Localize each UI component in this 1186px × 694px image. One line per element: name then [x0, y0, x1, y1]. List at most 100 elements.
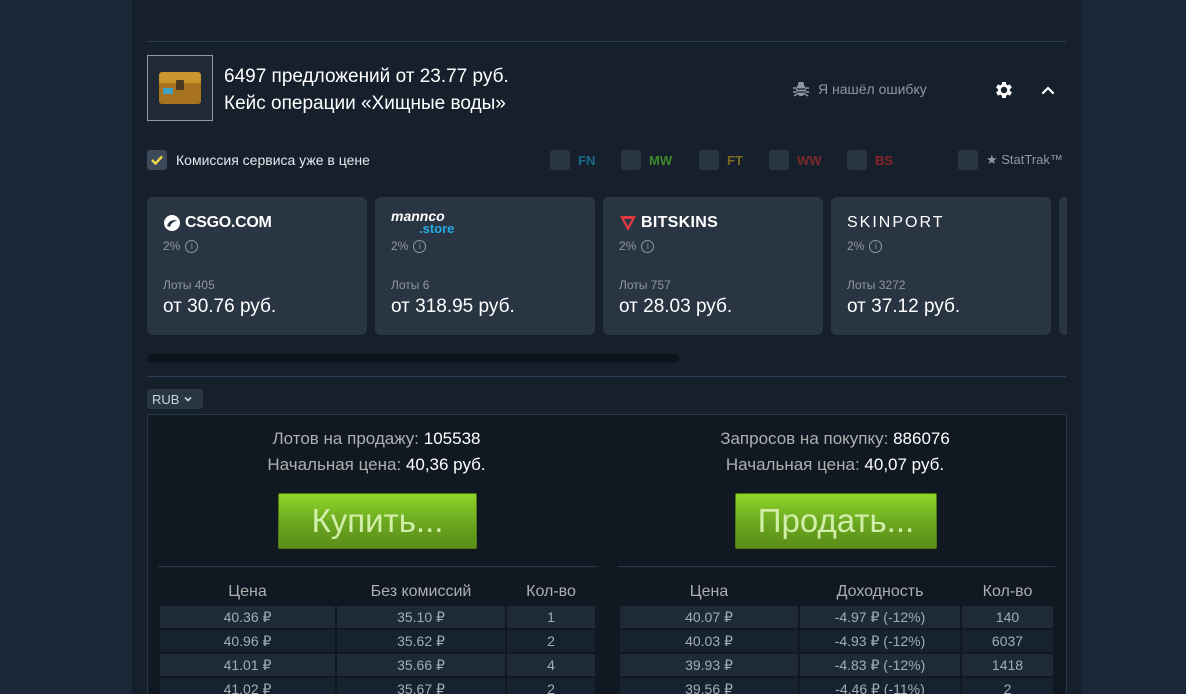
table-cell: 41.02 ₽: [160, 678, 335, 694]
offers-summary: 6497 предложений от 23.77 руб.: [224, 66, 509, 87]
info-icon[interactable]: i: [641, 239, 655, 253]
table-cell: 1418: [962, 654, 1053, 676]
market-name: SKINPORT: [847, 214, 945, 231]
market-fee: 2% i: [847, 239, 883, 253]
orders-panel: Лотов на продажу: 105538 Начальная цена:…: [147, 414, 1067, 694]
market-card-mannco[interactable]: mannco .store 2% i Лоты 6 от 318.95 руб.: [375, 197, 595, 335]
table-cell: -4.83 ₽ (-12%): [800, 654, 960, 676]
divider: [147, 41, 1066, 42]
currency-select[interactable]: RUB: [147, 389, 203, 409]
horizontal-scrollbar[interactable]: [147, 354, 679, 363]
divider: [618, 566, 1055, 567]
table-cell: 140: [962, 606, 1053, 628]
gear-icon[interactable]: [993, 79, 1015, 101]
table-cell: 6037: [962, 630, 1053, 652]
bug-report-link[interactable]: Я нашёл ошибку: [792, 80, 927, 98]
checkbox-box: [769, 150, 789, 170]
buy-start-line: Начальная цена: 40,07 руб.: [605, 455, 1065, 475]
market-name: BITSKINS: [641, 214, 719, 231]
item-image[interactable]: [147, 55, 213, 121]
info-icon[interactable]: i: [869, 239, 883, 253]
market-cards: CSGO.COM 2% i Лоты 405 от 30.76 руб. man…: [147, 197, 1067, 335]
fee-value: 2%: [391, 239, 409, 253]
market-column: 6497 предложений от 23.77 руб. Кейс опер…: [132, 0, 1082, 694]
fee-included-label: Комиссия сервиса уже в цене: [176, 152, 370, 168]
buy-start-label: Начальная цена:: [725, 455, 860, 474]
case-icon: [159, 72, 201, 104]
market-card-skinport[interactable]: SKINPORT 2% i Лоты 3272 от 37.12 руб.: [831, 197, 1051, 335]
buy-col-qty: Кол-во: [982, 583, 1033, 600]
market-fee: 2% i: [163, 239, 199, 253]
checkbox-box: [550, 150, 570, 170]
market-card-csgo[interactable]: CSGO.COM 2% i Лоты 405 от 30.76 руб.: [147, 197, 367, 335]
market-lots: Лоты 405: [163, 278, 215, 292]
bug-icon: [793, 82, 809, 97]
checkbox-box: [621, 150, 641, 170]
sell-start-value: 40,36 руб.: [405, 455, 486, 474]
fee-value: 2%: [163, 239, 181, 253]
table-cell: 40.96 ₽: [160, 630, 335, 652]
wear-label-bs: BS: [875, 152, 894, 168]
table-cell: 35.66 ₽: [337, 654, 505, 676]
stattrak-label: ★ StatTrak™: [986, 152, 1063, 167]
bitskins-logo: BITSKINS: [619, 211, 718, 235]
wear-label-ww: WW: [797, 152, 822, 168]
market-fee: 2% i: [391, 239, 427, 253]
buy-lots-value: 886076: [893, 429, 950, 448]
bitskins-logo-icon: [620, 216, 636, 231]
buy-start-value: 40,07 руб.: [864, 455, 945, 474]
wear-filter-fn[interactable]: FN: [550, 150, 595, 170]
sell-col-price: Цена: [228, 583, 267, 600]
checkbox-box: [847, 150, 867, 170]
checkbox-box: [147, 150, 167, 170]
market-fee: 2% i: [619, 239, 655, 253]
buy-button[interactable]: Купить...: [278, 493, 477, 549]
checkbox-box: [699, 150, 719, 170]
table-cell: 41.01 ₽: [160, 654, 335, 676]
info-icon[interactable]: i: [185, 239, 199, 253]
table-cell: -4.46 ₽ (-11%): [800, 678, 960, 694]
market-name: CSGO.COM: [185, 214, 272, 231]
checkmark-icon: [151, 155, 163, 166]
sell-lots-value: 105538: [423, 429, 481, 448]
table-cell: 39.93 ₽: [620, 654, 798, 676]
stattrak-filter[interactable]: ★ StatTrak™: [958, 150, 1063, 170]
sell-start-label: Начальная цена:: [267, 455, 402, 474]
buy-col-price: Цена: [689, 583, 729, 600]
table-cell: 35.67 ₽: [337, 678, 505, 694]
market-lots: Лоты 6: [391, 278, 430, 292]
sell-lots-label: Лотов на продажу:: [272, 429, 420, 448]
wear-filter-bs[interactable]: BS: [847, 150, 893, 170]
divider: [158, 566, 597, 567]
wear-filter-ft[interactable]: FT: [699, 150, 743, 170]
chevron-down-icon: [184, 396, 193, 402]
market-price: от 318.95 руб.: [391, 296, 515, 317]
wear-filter-ww[interactable]: WW: [769, 150, 822, 170]
table-cell: 40.07 ₽: [620, 606, 798, 628]
market-card-bitskins[interactable]: BITSKINS 2% i Лоты 757 от 28.03 руб.: [603, 197, 823, 335]
info-icon[interactable]: i: [413, 239, 427, 253]
wear-label-ft: FT: [727, 152, 743, 168]
table-cell: 40.36 ₽: [160, 606, 335, 628]
wear-filter-mw[interactable]: MW: [621, 150, 672, 170]
bug-report-label: Я нашёл ошибку: [818, 81, 927, 97]
chevron-up-icon[interactable]: [1038, 80, 1058, 100]
table-cell: 1: [507, 606, 595, 628]
table-cell: -4.93 ₽ (-12%): [800, 630, 960, 652]
table-cell: -4.97 ₽ (-12%): [800, 606, 960, 628]
fee-included-checkbox[interactable]: Комиссия сервиса уже в цене: [147, 150, 370, 170]
market-price: от 28.03 руб.: [619, 296, 733, 317]
table-cell: 35.10 ₽: [337, 606, 505, 628]
table-cell: 40.03 ₽: [620, 630, 798, 652]
currency-value: RUB: [152, 391, 180, 407]
wear-label-fn: FN: [578, 152, 596, 168]
sell-col-net: Без комиссий: [370, 583, 472, 600]
sell-lots-line: Лотов на продажу: 105538: [148, 429, 605, 449]
sell-button[interactable]: Продать...: [735, 493, 937, 549]
market-name-sub: .store: [419, 221, 455, 236]
table-cell: 4: [507, 654, 595, 676]
csgo-logo: CSGO.COM: [163, 211, 272, 235]
buy-lots-label: Запросов на покупку:: [720, 429, 889, 448]
market-price: от 30.76 руб.: [163, 296, 277, 317]
market-card-partial[interactable]: [1059, 197, 1067, 335]
